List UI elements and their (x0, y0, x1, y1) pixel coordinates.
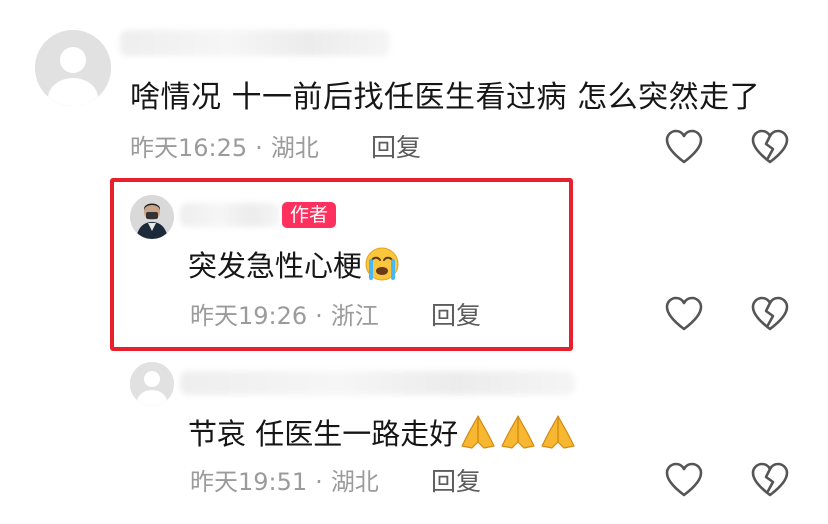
dislike-button[interactable] (750, 461, 790, 501)
commenter-avatar[interactable] (35, 30, 111, 106)
folded-hands-emoji (541, 415, 575, 449)
folded-hands-emoji (501, 415, 535, 449)
replier-username-redacted (180, 371, 575, 395)
author-reply-text: 突发急性心梗 (188, 249, 363, 283)
comment-time: 昨天16:25 (130, 134, 248, 162)
author-reply-time: 昨天19:26 (190, 302, 308, 330)
comment-meta: 昨天16:25 · 湖北 (130, 133, 319, 163)
comment-reply-button[interactable]: 回复 (371, 133, 421, 163)
meta-separator: · (315, 468, 323, 496)
author-reply-meta: 昨天19:26 · 浙江 (190, 301, 379, 331)
broken-heart-icon (751, 462, 789, 497)
commenter-username-redacted (120, 30, 390, 56)
heart-icon (665, 462, 703, 497)
author-reply-location: 浙江 (330, 302, 379, 330)
author-avatar[interactable] (130, 195, 174, 239)
meta-separator: · (315, 302, 323, 330)
like-button[interactable] (664, 461, 704, 501)
second-reply-meta: 昨天19:51 · 湖北 (190, 467, 379, 497)
like-button[interactable] (664, 128, 704, 168)
broken-heart-icon (751, 296, 789, 331)
folded-hands-emoji (461, 415, 495, 449)
second-reply-location: 湖北 (330, 468, 379, 496)
author-badge: 作者 (282, 202, 337, 228)
author-username-redacted (180, 203, 280, 227)
like-button[interactable] (664, 295, 704, 335)
second-reply-time: 昨天19:51 (190, 468, 308, 496)
broken-heart-icon (751, 129, 789, 164)
heart-icon (665, 296, 703, 331)
heart-icon (665, 129, 703, 164)
comment-location: 湖北 (270, 134, 319, 162)
loudly-crying-face-emoji (365, 247, 399, 281)
dislike-button[interactable] (750, 128, 790, 168)
second-reply-reply-button[interactable]: 回复 (431, 467, 481, 497)
dislike-button[interactable] (750, 295, 790, 335)
author-reply-text-row: 突发急性心梗 (188, 246, 400, 283)
second-reply-text-row: 节哀 任医生一路走好 (188, 412, 578, 452)
author-reply-reply-button[interactable]: 回复 (431, 301, 481, 331)
replier-avatar[interactable] (130, 362, 174, 406)
comment-text: 啥情况 十一前后找任医生看过病 怎么突然走了 (130, 80, 761, 115)
meta-separator: · (255, 134, 263, 162)
second-reply-text: 节哀 任医生一路走好 (188, 417, 459, 451)
